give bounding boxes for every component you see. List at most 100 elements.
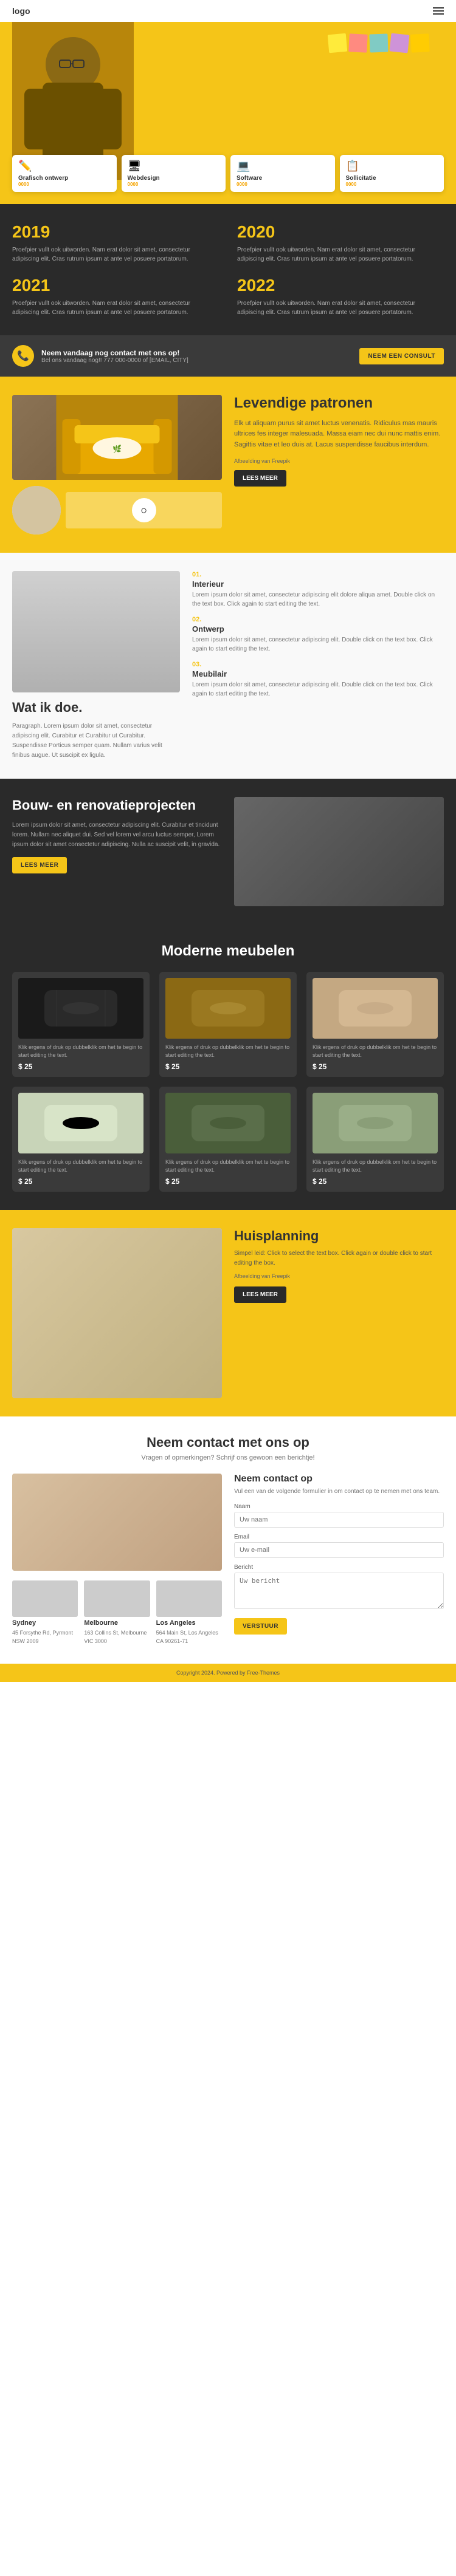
sydney-city: Sydney (12, 1619, 78, 1627)
timeline-text-2019: Proefpier vullt ook uitworden. Nam erat … (12, 245, 219, 264)
contact-right: Neem contact op Vul een van de volgende … (234, 1474, 444, 1645)
service-text-interieur: Lorem ipsum dolor sit amet, consectetur … (192, 590, 444, 609)
email-input[interactable] (234, 1542, 444, 1558)
furniture-image-1 (165, 978, 291, 1039)
sollicitatie-icon: 📋 (346, 160, 438, 173)
service-title-ontwerp: Ontwerp (192, 624, 444, 634)
software-sub: 0000 (237, 182, 329, 187)
consult-button[interactable]: NEEM EEN CONSULT (359, 348, 444, 364)
timeline-item-2019: 2019 Proefpier vullt ook uitworden. Nam … (12, 222, 219, 264)
contact-banner-title: Neem vandaag nog contact met ons op! (41, 349, 188, 357)
software-icon: 💻 (237, 160, 329, 173)
furniture-item-3: Klik ergens of druk op dubbelklik om het… (12, 1087, 150, 1192)
melbourne-city: Melbourne (84, 1619, 150, 1627)
furniture-desc-3: Klik ergens of druk op dubbelklik om het… (18, 1158, 143, 1174)
what-i-do-right: 01. Interieur Lorem ipsum dolor sit amet… (192, 571, 444, 760)
address-melbourne: Melbourne Melbourne 163 Collins St, Melb… (84, 1580, 150, 1645)
furniture-item-2: Klik ergens of druk op dubbelklik om het… (306, 972, 444, 1077)
house-planning-section: woonkamer keuken slaapkamer badkamer Hui… (0, 1210, 456, 1416)
svg-text:🌿: 🌿 (112, 445, 122, 453)
renovation-text: Lorem ipsum dolor sit amet, consectetur … (12, 821, 222, 850)
furniture-item-4: Klik ergens of druk op dubbelklik om het… (159, 1087, 297, 1192)
furniture-price-2: $ 25 (313, 1062, 438, 1071)
pattern-section: 🌿 ○ Levendige patronen Elk ut aliquam pu… (0, 377, 456, 553)
furniture-image-0 (18, 978, 143, 1039)
service-ontwerp: 02. Ontwerp Lorem ipsum dolor sit amet, … (192, 616, 444, 654)
furniture-image-5 (313, 1093, 438, 1153)
service-text-meubilair: Lorem ipsum dolor sit amet, consectetur … (192, 680, 444, 699)
hero-card-graphic: ✏️ Grafisch ontwerp 0000 (12, 155, 117, 192)
contact-banner: 📞 Neem vandaag nog contact met ons op! B… (0, 335, 456, 377)
contact-form-text: Vul een van de volgende formulier in om … (234, 1487, 444, 1496)
timeline-item-2022: 2022 Proefpier vullt ook uitworden. Nam … (237, 276, 444, 317)
house-planning-content: Huisplanning Simpel leid: Click to selec… (234, 1228, 444, 1303)
message-input[interactable] (234, 1573, 444, 1609)
svg-text:Melbourne: Melbourne (106, 1597, 129, 1603)
address-sydney: Sydney Sydney 45 Forsythe Rd, Pyrmont NS… (12, 1580, 78, 1645)
service-title-interieur: Interieur (192, 579, 444, 589)
furniture-price-5: $ 25 (313, 1177, 438, 1186)
timeline-text-2022: Proefpier vullt ook uitworden. Nam erat … (237, 299, 444, 317)
service-interieur: 01. Interieur Lorem ipsum dolor sit amet… (192, 571, 444, 609)
graphic-design-icon: ✏️ (18, 160, 111, 173)
contact-grid: Sydney Sydney 45 Forsythe Rd, Pyrmont NS… (12, 1474, 444, 1645)
form-group-name: Naam (234, 1503, 444, 1528)
submit-button[interactable]: VERSTUUR (234, 1618, 287, 1635)
furniture-price-3: $ 25 (18, 1177, 143, 1186)
house-planning-read-more-button[interactable]: LEES MEER (234, 1286, 286, 1303)
furniture-title: Moderne meubelen (12, 943, 444, 960)
timeline-section: 2019 Proefpier vullt ook uitworden. Nam … (0, 204, 456, 335)
service-num-1: 01. (192, 571, 444, 578)
pattern-read-more-button[interactable]: LEES MEER (234, 470, 286, 487)
hero-cards: ✏️ Grafisch ontwerp 0000 🖥 Webdesign 000… (12, 155, 444, 192)
hero-card-software: 💻 Software 0000 (230, 155, 335, 192)
sydney-address: 45 Forsythe Rd, Pyrmont NSW 2009 (12, 1629, 78, 1645)
pattern-caption: Afbeelding van Freepik (234, 458, 444, 464)
svg-text:keuken: keuken (136, 1278, 153, 1284)
melbourne-address: 163 Collins St, Melbourne VIC 3000 (84, 1629, 150, 1645)
logo: logo (12, 6, 30, 16)
house-planning-text: Simpel leid: Click to select the text bo… (234, 1249, 444, 1268)
house-planning-caption: Afbeelding van Freepik (234, 1273, 444, 1279)
contact-form-title: Neem contact op (234, 1474, 444, 1484)
renovation-read-more-button[interactable]: LEES MEER (12, 857, 67, 873)
contact-person-image (12, 1474, 222, 1571)
sollicitatie-sub: 0000 (346, 182, 438, 187)
what-i-do-text: Paragraph. Lorem ipsum dolor sit amet, c… (12, 722, 180, 760)
furniture-desc-0: Klik ergens of druk op dubbelklik om het… (18, 1044, 143, 1059)
year-2021: 2021 (12, 276, 219, 295)
service-meubilair: 03. Meubilair Lorem ipsum dolor sit amet… (192, 661, 444, 699)
furniture-grid: Klik ergens of druk op dubbelklik om het… (12, 972, 444, 1192)
service-text-ontwerp: Lorem ipsum dolor sit amet, consectetur … (192, 635, 444, 654)
software-title: Software (237, 175, 329, 182)
furniture-price-4: $ 25 (165, 1177, 291, 1186)
service-num-3: 03. (192, 661, 444, 668)
timeline-text-2020: Proefpier vullt ook uitworden. Nam erat … (237, 245, 444, 264)
year-2020: 2020 (237, 222, 444, 242)
hero-card-web: 🖥 Webdesign 0000 (122, 155, 226, 192)
renovation-section: Bouw- en renovatieprojecten Lorem ipsum … (0, 779, 456, 924)
contact-banner-text: Neem vandaag nog contact met ons op! Bel… (41, 349, 188, 364)
furniture-image-2 (313, 978, 438, 1039)
footer-text: Copyright 2024. Powered by Free-Themes (12, 1670, 444, 1676)
hamburger-menu[interactable] (433, 7, 444, 15)
furniture-image-4 (165, 1093, 291, 1153)
sydney-map: Sydney (12, 1580, 78, 1617)
contact-banner-left: 📞 Neem vandaag nog contact met ons op! B… (12, 345, 188, 367)
svg-text:Los Angeles: Los Angeles (178, 1599, 201, 1603)
svg-text:workspace: workspace (80, 683, 112, 690)
service-title-meubilair: Meubilair (192, 669, 444, 678)
furniture-price-1: $ 25 (165, 1062, 291, 1071)
hero-overlay: ✏️ Grafisch ontwerp 0000 🖥 Webdesign 000… (0, 22, 456, 204)
la-map: Los Angeles (156, 1580, 222, 1617)
la-city: Los Angeles (156, 1619, 222, 1627)
furniture-desc-4: Klik ergens of druk op dubbelklik om het… (165, 1158, 291, 1174)
contact-section-sub: Vragen of opmerkingen? Schrijf ons gewoo… (12, 1454, 444, 1461)
contact-form-section: Neem contact met ons op Vragen of opmerk… (0, 1416, 456, 1664)
timeline-item-2020: 2020 Proefpier vullt ook uitworden. Nam … (237, 222, 444, 264)
melbourne-map: Melbourne (84, 1580, 150, 1617)
name-input[interactable] (234, 1512, 444, 1528)
furniture-desc-1: Klik ergens of druk op dubbelklik om het… (165, 1044, 291, 1059)
svg-text:woonkamer: woonkamer (60, 1278, 89, 1284)
form-group-message: Bericht (234, 1564, 444, 1612)
